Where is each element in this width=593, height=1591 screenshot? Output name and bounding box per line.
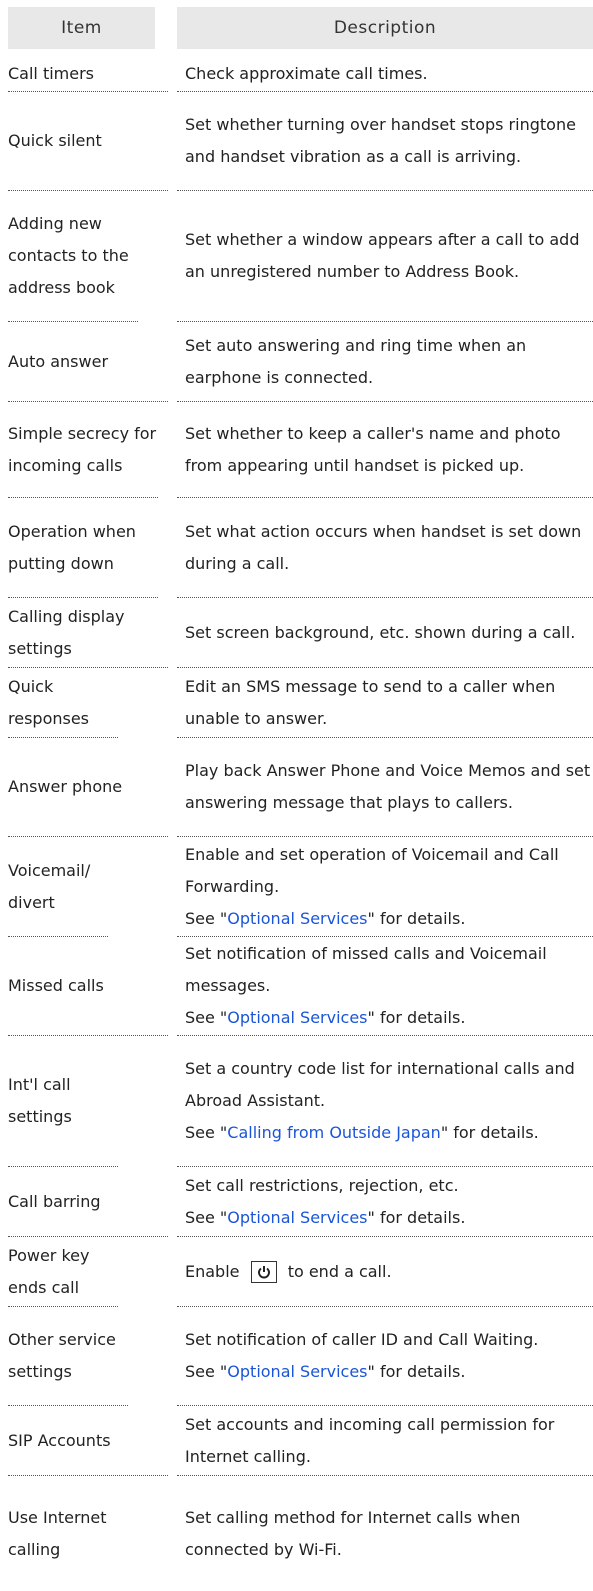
item-label: Quick silent — [8, 92, 168, 191]
table-row: Adding new contacts to the address book … — [0, 191, 593, 322]
item-description: Check approximate call times. — [177, 57, 593, 92]
item-label: Voicemail/ divert — [8, 837, 108, 937]
item-label: Operation when putting down — [8, 498, 158, 598]
optional-services-link[interactable]: Optional Services — [227, 1362, 367, 1381]
table-row: Auto answer Set auto answering and ring … — [0, 322, 593, 402]
table-row: Other service settings Set notification … — [0, 1307, 593, 1406]
item-label: Answer phone — [8, 738, 168, 837]
item-description: Set whether turning over handset stops r… — [177, 92, 593, 191]
item-label: Quick responses — [8, 668, 118, 738]
table-row: SIP Accounts Set accounts and incoming c… — [0, 1406, 593, 1476]
calling-from-outside-japan-link[interactable]: Calling from Outside Japan — [227, 1123, 441, 1142]
power-key-icon — [250, 1261, 277, 1283]
item-label: Use Internet calling — [8, 1507, 107, 1559]
item-description: Set notification of caller ID and Call W… — [177, 1307, 593, 1406]
table-row: Calling display settings Set screen back… — [0, 598, 593, 668]
item-description: Set calling method for Internet calls wh… — [185, 1507, 521, 1559]
table-row: Use Internet calling Set calling method … — [0, 1476, 593, 1591]
item-description: Set a country code list for internationa… — [177, 1036, 593, 1167]
table-row: Quick responses Edit an SMS message to s… — [0, 668, 593, 738]
item-label: Adding new contacts to the address book — [8, 191, 138, 322]
item-description: Set whether to keep a caller's name and … — [177, 402, 593, 498]
table-row: Simple secrecy for incoming calls Set wh… — [0, 402, 593, 498]
item-description: Set accounts and incoming call permissio… — [177, 1406, 593, 1476]
table-row: Missed calls Set notification of missed … — [0, 937, 593, 1036]
item-label: Missed calls — [8, 937, 168, 1036]
table-row: Operation when putting down Set what act… — [0, 498, 593, 598]
optional-services-link[interactable]: Optional Services — [227, 909, 367, 928]
item-description: Set auto answering and ring time when an… — [177, 322, 593, 402]
item-label: SIP Accounts — [8, 1406, 168, 1476]
item-label: Power key ends call — [8, 1237, 118, 1307]
item-label: Other service settings — [8, 1307, 128, 1406]
item-description: Set screen background, etc. shown during… — [177, 598, 593, 668]
table-header: Item Description — [0, 7, 593, 49]
table-row: Power key ends call Enable to end a call… — [0, 1237, 593, 1307]
item-description: Set whether a window appears after a cal… — [177, 191, 593, 322]
optional-services-link[interactable]: Optional Services — [227, 1008, 367, 1027]
item-description: Edit an SMS message to send to a caller … — [177, 668, 593, 738]
item-description: Set call restrictions, rejection, etc. S… — [177, 1167, 593, 1237]
item-label: Calling display settings — [8, 598, 168, 668]
table-row: Quick silent Set whether turning over ha… — [0, 92, 593, 191]
item-label: Int'l call settings — [8, 1036, 118, 1167]
item-label: Auto answer — [8, 322, 168, 402]
optional-services-link[interactable]: Optional Services — [227, 1208, 367, 1227]
item-description: Play back Answer Phone and Voice Memos a… — [177, 738, 593, 837]
header-description: Description — [177, 7, 593, 49]
item-label: Call timers — [8, 57, 168, 92]
table-row: Call barring Set call restrictions, reje… — [0, 1167, 593, 1237]
table-row: Voicemail/ divert Enable and set operati… — [0, 837, 593, 937]
item-description: Enable and set operation of Voicemail an… — [177, 837, 593, 937]
table-row: Int'l call settings Set a country code l… — [0, 1036, 593, 1167]
table-row: Answer phone Play back Answer Phone and … — [0, 738, 593, 837]
item-description: Set notification of missed calls and Voi… — [177, 937, 593, 1036]
item-label: Simple secrecy for incoming calls — [8, 402, 158, 498]
table-row: Call timers Check approximate call times… — [0, 57, 593, 92]
header-item: Item — [8, 7, 155, 49]
item-label: Call barring — [8, 1167, 168, 1237]
item-description: Set what action occurs when handset is s… — [177, 498, 593, 598]
item-description: Enable to end a call. — [177, 1237, 593, 1307]
